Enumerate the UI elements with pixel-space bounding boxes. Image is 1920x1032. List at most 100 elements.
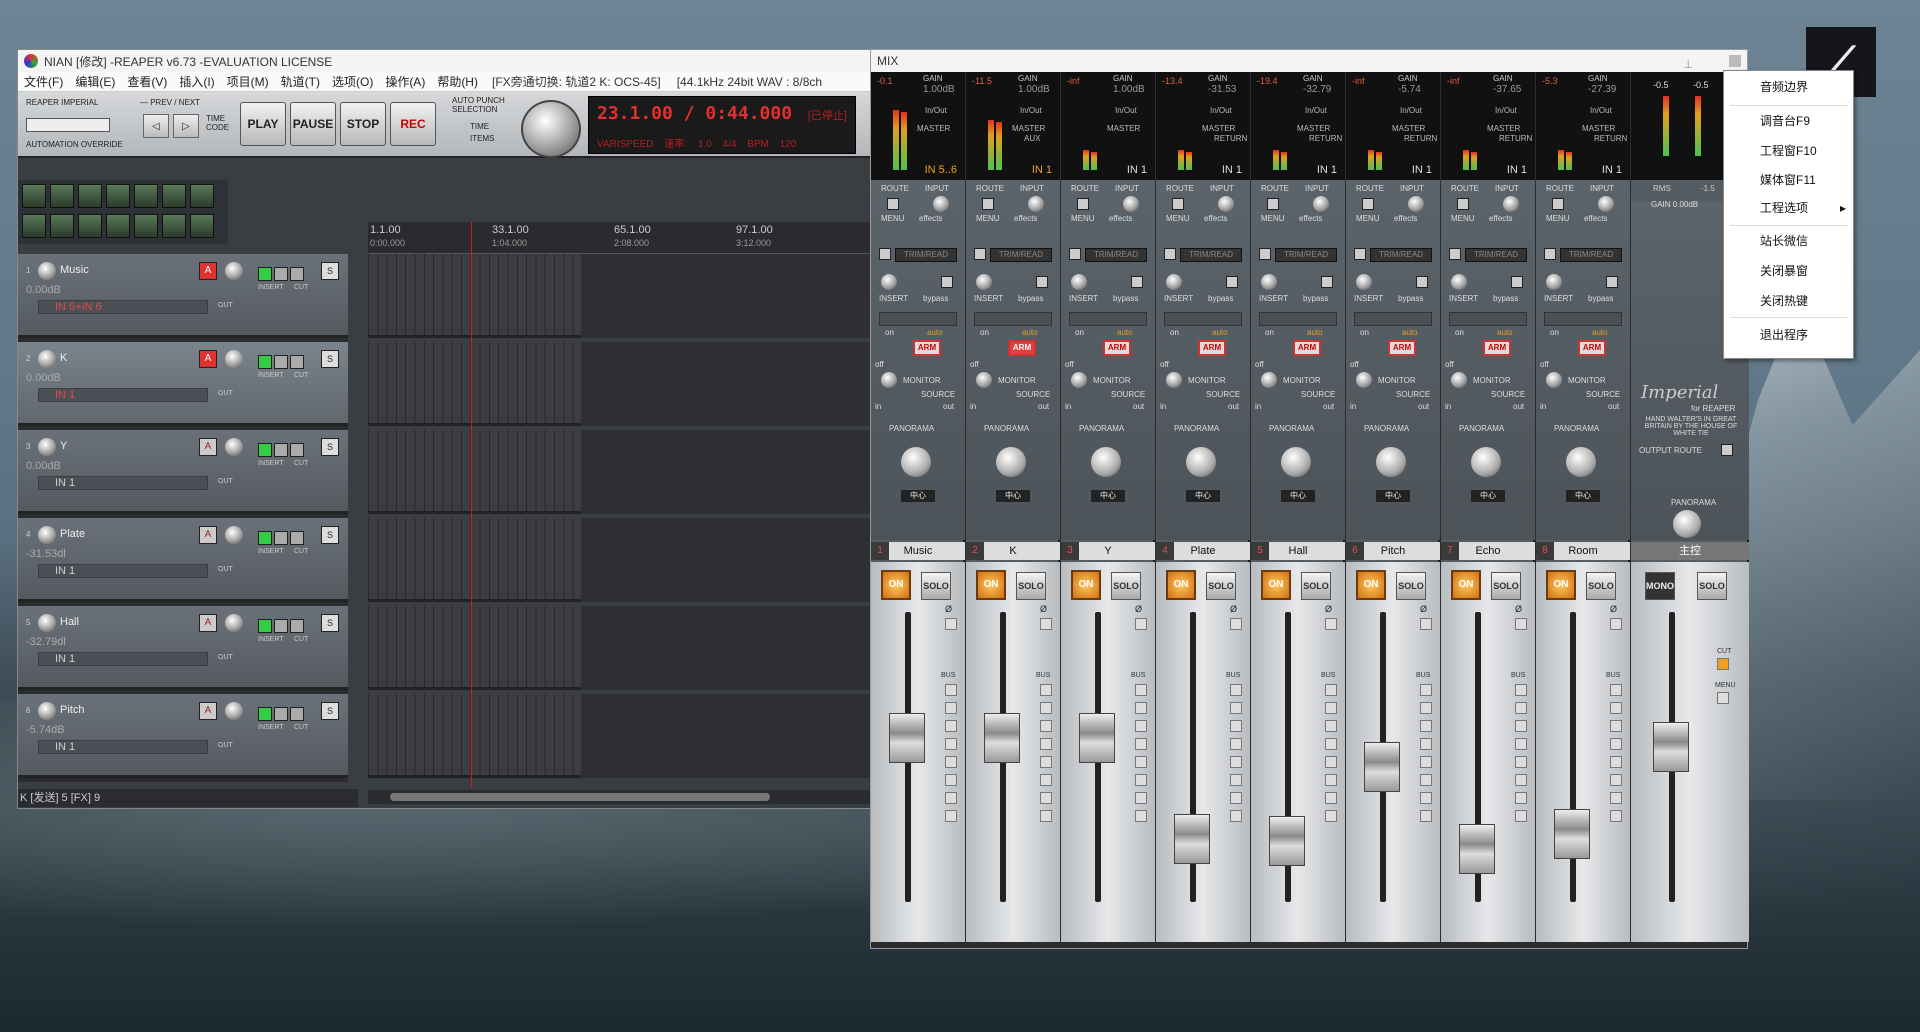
track-header[interactable]: 6 Pitch -5.74dB IN 1 A INSERT CUT S OUT <box>18 694 348 778</box>
trim-toggle[interactable] <box>1069 248 1081 260</box>
track-phase[interactable] <box>290 355 304 369</box>
bus-send-button[interactable] <box>1420 774 1432 786</box>
bus-send-button[interactable] <box>1325 774 1337 786</box>
track-phase[interactable] <box>290 531 304 545</box>
record-button[interactable]: REC <box>390 102 436 146</box>
bus-send-button[interactable] <box>1040 756 1052 768</box>
bus-send-button[interactable] <box>945 702 957 714</box>
strip-input[interactable]: IN 1 <box>1507 164 1527 176</box>
next-button[interactable]: ▷ <box>173 114 199 138</box>
trim-read-mode[interactable]: TRIM/READ <box>895 248 957 262</box>
on-button[interactable]: ON <box>881 570 911 600</box>
bus-send-button[interactable] <box>1230 684 1242 696</box>
solo-button[interactable]: S <box>321 614 339 632</box>
solo-button[interactable]: SOLO <box>1586 572 1616 600</box>
punch-time-option[interactable]: TIME <box>470 122 489 131</box>
master-pan-knob[interactable] <box>1673 510 1701 538</box>
bypass-button[interactable] <box>941 276 953 288</box>
pan-knob[interactable] <box>1471 447 1501 477</box>
track-lane[interactable] <box>368 694 874 778</box>
arm-button[interactable]: ARM <box>1008 340 1036 356</box>
time-signature[interactable]: 4/4 <box>723 139 737 150</box>
bus-send-button[interactable] <box>1325 702 1337 714</box>
insert-knob[interactable] <box>1166 274 1182 290</box>
bus-send-button[interactable] <box>1610 774 1622 786</box>
phase-button[interactable] <box>1230 618 1242 630</box>
arm-button[interactable]: ARM <box>1103 340 1131 356</box>
bus-send-button[interactable] <box>1230 792 1242 804</box>
ctx-media-f11[interactable]: 媒体窗F11 <box>1760 170 1816 190</box>
pan-knob[interactable] <box>901 447 931 477</box>
strip-name[interactable]: 4 Plate <box>1156 542 1250 560</box>
monitor-knob[interactable] <box>1166 372 1182 388</box>
bus-send-button[interactable] <box>1420 738 1432 750</box>
bus-send-button[interactable] <box>1515 738 1527 750</box>
trim-toggle[interactable] <box>1164 248 1176 260</box>
bus-send-button[interactable] <box>1135 774 1147 786</box>
strip-name[interactable]: 6 Pitch <box>1346 542 1440 560</box>
route-button[interactable] <box>1267 198 1279 210</box>
input-knob[interactable] <box>1598 196 1614 212</box>
insert-knob[interactable] <box>1071 274 1087 290</box>
solo-button[interactable]: SOLO <box>1016 572 1046 600</box>
tempo[interactable]: BPM 120 <box>747 139 796 150</box>
master-fader-cap[interactable] <box>1653 722 1689 772</box>
phase-button[interactable] <box>1420 618 1432 630</box>
track-name[interactable]: Y <box>60 440 67 452</box>
trim-toggle[interactable] <box>974 248 986 260</box>
solo-button[interactable]: SOLO <box>1301 572 1331 600</box>
timeline-ruler[interactable]: 1.1.00 0:00.000 33.1.00 1:04.000 65.1.00… <box>368 222 874 254</box>
toolbar-open-icon[interactable] <box>50 184 74 208</box>
pan-knob[interactable] <box>996 447 1026 477</box>
bus-send-button[interactable] <box>1040 792 1052 804</box>
strip-name[interactable]: 2 K <box>966 542 1060 560</box>
bus-send-button[interactable] <box>1325 792 1337 804</box>
bus-send-button[interactable] <box>1135 756 1147 768</box>
bus-send-button[interactable] <box>1515 756 1527 768</box>
monitor-knob[interactable] <box>881 372 897 388</box>
bus-send-button[interactable] <box>945 774 957 786</box>
bus-send-button[interactable] <box>1040 810 1052 822</box>
toolbar-save-icon[interactable] <box>78 184 102 208</box>
bypass-button[interactable] <box>1131 276 1143 288</box>
bus-send-button[interactable] <box>1420 684 1432 696</box>
track-header[interactable]: 1 Music 0.00dB IN 5+IN 6 A INSERT CUT S … <box>18 254 348 338</box>
track-knob-icon[interactable] <box>38 350 56 368</box>
strip-name[interactable]: 5 Hall <box>1251 542 1345 560</box>
toolbar-metronome-icon[interactable] <box>190 184 214 208</box>
track-header[interactable]: 4 Plate -31.53dl IN 1 A INSERT CUT S OUT <box>18 518 348 602</box>
close-icon[interactable] <box>1729 55 1741 67</box>
bus-send-button[interactable] <box>1135 792 1147 804</box>
insert-knob[interactable] <box>1261 274 1277 290</box>
strip-input[interactable]: IN 1 <box>1412 164 1432 176</box>
mono-button[interactable]: MONO <box>1645 572 1675 600</box>
insert-knob[interactable] <box>1451 274 1467 290</box>
track-pan-knob[interactable] <box>225 262 243 280</box>
solo-button[interactable]: S <box>321 438 339 456</box>
fader-cap[interactable] <box>1174 814 1210 864</box>
toolbar-envelope-icon[interactable] <box>106 214 130 238</box>
bus-send-button[interactable] <box>1135 810 1147 822</box>
on-button[interactable]: ON <box>1546 570 1576 600</box>
track-pan-knob[interactable] <box>225 438 243 456</box>
bus-send-button[interactable] <box>1230 756 1242 768</box>
bus-send-button[interactable] <box>1325 756 1337 768</box>
bus-send-button[interactable] <box>945 810 957 822</box>
track-name[interactable]: Pitch <box>60 704 84 716</box>
trim-toggle[interactable] <box>1544 248 1556 260</box>
input-knob[interactable] <box>1408 196 1424 212</box>
track-fx-enable[interactable] <box>258 619 272 633</box>
output-route-button[interactable] <box>1721 444 1733 456</box>
track-name[interactable]: K <box>60 352 67 364</box>
strip-name[interactable]: 8 Room <box>1536 542 1630 560</box>
menu-options[interactable]: 选项(O) <box>326 73 379 90</box>
solo-button[interactable]: SOLO <box>921 572 951 600</box>
solo-button[interactable]: SOLO <box>1396 572 1426 600</box>
track-phase[interactable] <box>290 619 304 633</box>
bus-send-button[interactable] <box>945 720 957 732</box>
insert-knob[interactable] <box>976 274 992 290</box>
trim-toggle[interactable] <box>1354 248 1366 260</box>
arm-button[interactable]: ARM <box>1293 340 1321 356</box>
arm-button[interactable]: ARM <box>1578 340 1606 356</box>
trim-read-mode[interactable]: TRIM/READ <box>1370 248 1432 262</box>
